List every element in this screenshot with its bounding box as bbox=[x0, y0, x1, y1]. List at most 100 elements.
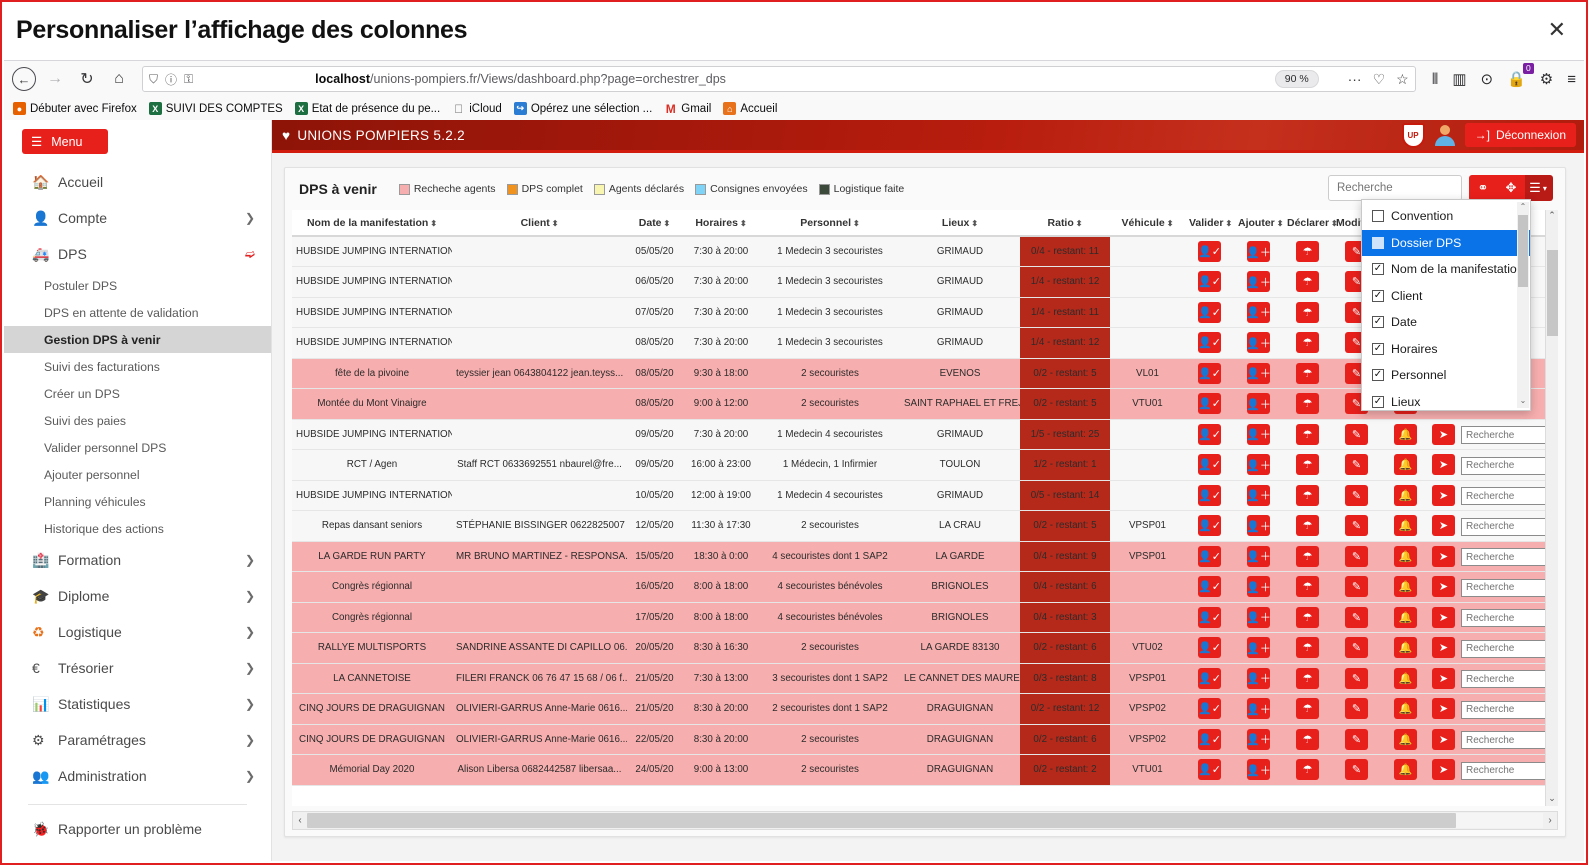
sidebar-item-administration[interactable]: 👥 Administration ❯ bbox=[4, 758, 271, 794]
library-icon[interactable]: ⦀ bbox=[1432, 71, 1439, 88]
ajouter-icon[interactable]: 👤＋ bbox=[1247, 302, 1270, 323]
cell-modifier[interactable]: ✎ bbox=[1332, 633, 1381, 664]
envoyer-icon[interactable]: ➤ bbox=[1432, 485, 1455, 506]
cell-convention[interactable]: ➤ bbox=[1430, 450, 1558, 481]
sidebar-menu-button[interactable]: ☰ Menu bbox=[22, 129, 108, 154]
cell-valider[interactable]: 👤✓ bbox=[1185, 602, 1234, 633]
valider-icon[interactable]: 👤✓ bbox=[1198, 485, 1221, 506]
bookmark-item[interactable]: ↪Opérez une sélection ... bbox=[514, 102, 652, 115]
relance-icon[interactable]: 🔔 bbox=[1394, 454, 1417, 475]
cell-valider[interactable]: 👤✓ bbox=[1185, 236, 1234, 267]
declarer-icon[interactable]: ☂ bbox=[1296, 515, 1319, 536]
scroll-up-arrow[interactable]: ⌃ bbox=[1546, 210, 1558, 223]
valider-icon[interactable]: 👤✓ bbox=[1198, 637, 1221, 658]
cell-declarer[interactable]: ☂ bbox=[1283, 389, 1332, 420]
row-search-input[interactable] bbox=[1461, 487, 1558, 505]
sidebar-item-rapporter-probleme[interactable]: 🐞 Rapporter un problème bbox=[4, 811, 271, 847]
row-search-input[interactable] bbox=[1461, 762, 1558, 780]
scroll-down-arrow[interactable]: ⌄ bbox=[1546, 793, 1558, 806]
valider-icon[interactable]: 👤✓ bbox=[1198, 424, 1221, 445]
checkbox[interactable]: ✓ bbox=[1372, 316, 1384, 328]
cell-relance[interactable]: 🔔 bbox=[1381, 480, 1430, 511]
declarer-icon[interactable]: ☂ bbox=[1296, 363, 1319, 384]
ajouter-icon[interactable]: 👤＋ bbox=[1247, 393, 1270, 414]
col-header-personnel[interactable]: Personnel⬍ bbox=[760, 210, 900, 236]
cell-declarer[interactable]: ☂ bbox=[1283, 602, 1332, 633]
modifier-icon[interactable]: ✎ bbox=[1345, 698, 1368, 719]
sidebar-item-compte[interactable]: 👤 Compte ❯ bbox=[4, 200, 271, 236]
cell-convention[interactable]: ➤ bbox=[1430, 419, 1558, 450]
sidebar-subitem-planning-vehicules[interactable]: Planning véhicules bbox=[4, 488, 271, 515]
bookmark-item[interactable]: XSUIVI DES COMPTES bbox=[149, 102, 283, 115]
envoyer-icon[interactable]: ➤ bbox=[1432, 454, 1455, 475]
sidebar-item-tresorier[interactable]: € Trésorier ❯ bbox=[4, 650, 271, 686]
valider-icon[interactable]: 👤✓ bbox=[1198, 363, 1221, 384]
table-row[interactable]: CINQ JOURS DE DRAGUIGNANOLIVIERI-GARRUS … bbox=[292, 724, 1558, 755]
modifier-icon[interactable]: ✎ bbox=[1345, 424, 1368, 445]
cell-modifier[interactable]: ✎ bbox=[1332, 602, 1381, 633]
row-search-input[interactable] bbox=[1461, 640, 1558, 658]
columns-dropdown-item[interactable]: ✓Horaires bbox=[1362, 336, 1530, 363]
checkbox[interactable]: ✓ bbox=[1372, 343, 1384, 355]
hscroll-track[interactable] bbox=[307, 813, 1543, 828]
cell-convention[interactable]: ➤ bbox=[1430, 724, 1558, 755]
vertical-scroll-thumb[interactable] bbox=[1547, 250, 1558, 336]
checkbox[interactable]: ✓ bbox=[1372, 290, 1384, 302]
cell-convention[interactable]: ➤ bbox=[1430, 663, 1558, 694]
cell-declarer[interactable]: ☂ bbox=[1283, 541, 1332, 572]
cell-valider[interactable]: 👤✓ bbox=[1185, 297, 1234, 328]
sidebar-subitem-creer-dps[interactable]: Créer un DPS bbox=[4, 380, 271, 407]
close-icon[interactable]: ✕ bbox=[1542, 17, 1572, 43]
valider-icon[interactable]: 👤✓ bbox=[1198, 302, 1221, 323]
cell-valider[interactable]: 👤✓ bbox=[1185, 450, 1234, 481]
row-search-input[interactable] bbox=[1461, 548, 1558, 566]
row-search-input[interactable] bbox=[1461, 518, 1558, 536]
cell-convention[interactable]: ➤ bbox=[1430, 633, 1558, 664]
valider-icon[interactable]: 👤✓ bbox=[1198, 393, 1221, 414]
ajouter-icon[interactable]: 👤＋ bbox=[1247, 363, 1270, 384]
cell-relance[interactable]: 🔔 bbox=[1381, 724, 1430, 755]
sidebar-subitem-dps-en-attente[interactable]: DPS en attente de validation bbox=[4, 299, 271, 326]
cell-convention[interactable]: ➤ bbox=[1430, 541, 1558, 572]
cell-ajouter[interactable]: 👤＋ bbox=[1234, 236, 1283, 267]
cell-modifier[interactable]: ✎ bbox=[1332, 572, 1381, 603]
row-search-input[interactable] bbox=[1461, 670, 1558, 688]
zoom-level-badge[interactable]: 90 % bbox=[1275, 70, 1319, 88]
relance-icon[interactable]: 🔔 bbox=[1394, 637, 1417, 658]
table-row[interactable]: Congrès régionnal16/05/208:00 à 18:004 s… bbox=[292, 572, 1558, 603]
checkbox[interactable]: ✓ bbox=[1372, 396, 1384, 408]
scroll-left-arrow[interactable]: ‹ bbox=[293, 815, 307, 826]
valider-icon[interactable]: 👤✓ bbox=[1198, 759, 1221, 780]
bookmark-item[interactable]: MGmail bbox=[664, 102, 711, 115]
app-menu-icon[interactable]: ≡ bbox=[1567, 71, 1576, 88]
cell-valider[interactable]: 👤✓ bbox=[1185, 541, 1234, 572]
relance-icon[interactable]: 🔔 bbox=[1394, 546, 1417, 567]
row-search-input[interactable] bbox=[1461, 701, 1558, 719]
cell-modifier[interactable]: ✎ bbox=[1332, 663, 1381, 694]
cell-declarer[interactable]: ☂ bbox=[1283, 511, 1332, 542]
cell-convention[interactable]: ➤ bbox=[1430, 602, 1558, 633]
ajouter-icon[interactable]: 👤＋ bbox=[1247, 576, 1270, 597]
col-header-vehicule[interactable]: Véhicule⬍ bbox=[1110, 210, 1185, 236]
cell-relance[interactable]: 🔔 bbox=[1381, 602, 1430, 633]
declarer-icon[interactable]: ☂ bbox=[1296, 668, 1319, 689]
modifier-icon[interactable]: ✎ bbox=[1345, 637, 1368, 658]
ajouter-icon[interactable]: 👤＋ bbox=[1247, 698, 1270, 719]
cell-modifier[interactable]: ✎ bbox=[1332, 511, 1381, 542]
cell-valider[interactable]: 👤✓ bbox=[1185, 572, 1234, 603]
ajouter-icon[interactable]: 👤＋ bbox=[1247, 454, 1270, 475]
cell-valider[interactable]: 👤✓ bbox=[1185, 328, 1234, 359]
ajouter-icon[interactable]: 👤＋ bbox=[1247, 607, 1270, 628]
declarer-icon[interactable]: ☂ bbox=[1296, 759, 1319, 780]
cell-ajouter[interactable]: 👤＋ bbox=[1234, 389, 1283, 420]
ajouter-icon[interactable]: 👤＋ bbox=[1247, 546, 1270, 567]
ajouter-icon[interactable]: 👤＋ bbox=[1247, 668, 1270, 689]
cell-ajouter[interactable]: 👤＋ bbox=[1234, 450, 1283, 481]
bookmark-item[interactable]: ⌂Accueil bbox=[723, 102, 777, 115]
declarer-icon[interactable]: ☂ bbox=[1296, 485, 1319, 506]
url-bar[interactable]: ⛉ ⓘ ⚿ localhost/unions-pompiers.fr/Views… bbox=[142, 66, 1416, 92]
extension2-icon[interactable]: ⚙ bbox=[1540, 70, 1553, 88]
cell-ajouter[interactable]: 👤＋ bbox=[1234, 755, 1283, 786]
cell-declarer[interactable]: ☂ bbox=[1283, 267, 1332, 298]
relance-icon[interactable]: 🔔 bbox=[1394, 424, 1417, 445]
